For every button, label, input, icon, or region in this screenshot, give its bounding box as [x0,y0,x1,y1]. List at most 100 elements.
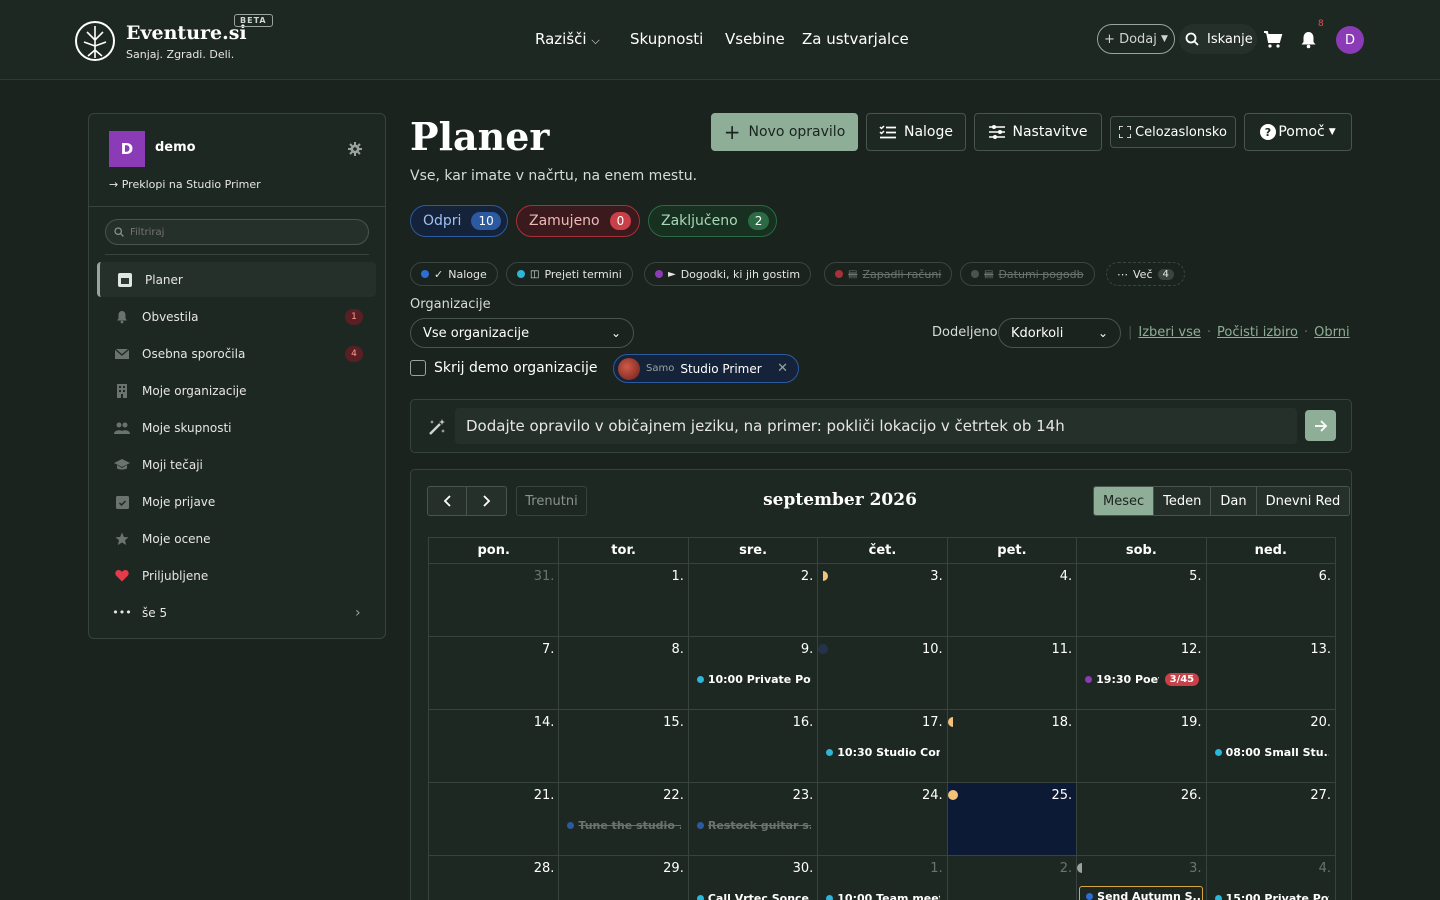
add-dropdown-button[interactable]: + Dodaj ▼ [1097,24,1175,54]
org-filter-chip[interactable]: Samo Studio Primer ✕ [613,354,799,383]
sidebar-item-planner[interactable]: Planer [97,262,376,297]
calendar-day-cell[interactable]: 15. [558,710,687,782]
nav-explore[interactable]: Razišči ⌵ [535,30,600,48]
calendar-event[interactable]: 15:00 Private Pot... [1214,890,1329,900]
calendar-day-cell[interactable]: 9. 10:00 Private Pot... [687,637,817,709]
help-dropdown-button[interactable]: ? Pomoč ▼ [1244,113,1352,151]
select-all-link[interactable]: Izberi vse [1138,325,1200,340]
calendar-day-cell[interactable]: 25. [946,783,1077,855]
status-completed-filter[interactable]: Zaključeno 2 [648,205,777,237]
user-avatar[interactable]: D [1336,26,1364,54]
calendar-event[interactable]: 10:00 Private Pot... [696,671,811,687]
nav-content[interactable]: Vsebine [725,30,785,48]
brand-name[interactable]: Eventure.si [126,22,247,44]
calendar-day-cell[interactable]: 17. 10:30 Studio Con... [817,710,946,782]
calendar-day-cell[interactable]: 10. [817,637,946,709]
hide-demo-checkbox[interactable] [410,360,426,376]
calendar-event[interactable]: Restock guitar s... [696,817,811,833]
close-icon[interactable]: ✕ [777,361,788,376]
sidebar-item-communities[interactable]: Moje skupnosti [97,410,376,445]
calendar-day-cell[interactable]: 30. Call Vrtec Sonce... [687,856,817,900]
calendar-day-cell[interactable]: 3. [817,564,946,636]
calendar-day-cell[interactable]: 13. [1205,637,1335,709]
calendar-day-cell[interactable]: 2. [946,856,1076,900]
calendar-day-cell[interactable]: 22. Tune the studio ... [558,783,687,855]
filter-chip-hosted-events[interactable]: ► Dogodki, ki jih gostim [644,262,812,286]
gear-icon[interactable] [347,141,363,157]
calendar-day-cell[interactable]: 6. [1205,564,1335,636]
calendar-day-cell[interactable]: 1. [558,564,687,636]
logo-tree-icon[interactable] [74,20,116,62]
calendar-day-cell[interactable]: 27. [1205,783,1335,855]
calendar-day-cell[interactable]: 18. [946,710,1076,782]
sidebar-item-reviews[interactable]: Moje ocene [97,521,376,556]
calendar-day-cell[interactable]: 31. [429,564,558,636]
filter-chip-contract-dates[interactable]: ▤ Datumi pogodb [960,262,1095,286]
cart-icon[interactable] [1263,29,1283,49]
settings-button[interactable]: Nastavitve [974,113,1102,151]
calendar-event[interactable]: 19:30 Poet... 3/45 [1085,671,1200,687]
org-name[interactable]: demo [155,140,196,155]
calendar-day-cell[interactable]: 14. [429,710,558,782]
calendar-day-cell[interactable]: 5. [1076,564,1205,636]
calendar-event[interactable]: 08:00 Small Stu... [1214,744,1329,760]
view-month[interactable]: Mesec [1094,487,1154,515]
filter-chip-tasks[interactable]: ✓ Naloge [410,262,498,286]
calendar-day-cell[interactable]: 4. [946,564,1076,636]
calendar-day-cell[interactable]: 16. [687,710,817,782]
filter-input[interactable] [130,226,350,238]
hide-demo-label[interactable]: Skrij demo organizacije [434,360,597,376]
status-overdue-filter[interactable]: Zamujeno 0 [516,205,640,237]
view-week[interactable]: Teden [1153,487,1211,515]
calendar-day-cell[interactable]: 1. 10:00 Team meet... [817,856,946,900]
calendar-day-cell[interactable]: 3. Send Autumn S... [1076,856,1205,900]
filter-chip-appointments[interactable]: ◫ Prejeti termini [506,262,633,286]
search-button[interactable]: Iskanje [1179,24,1257,54]
org-avatar[interactable]: D [109,131,145,167]
sidebar-item-courses[interactable]: Moji tečaji [97,447,376,482]
calendar-event[interactable]: 10:00 Team meet... [826,890,940,900]
calendar-event[interactable]: Call Vrtec Sonce... [696,890,811,900]
nav-communities[interactable]: Skupnosti [630,30,703,48]
sidebar-item-notifications[interactable]: Obvestila 1 [97,299,376,334]
view-day[interactable]: Dan [1210,487,1256,515]
sidebar-item-organizations[interactable]: Moje organizacije [97,373,376,408]
calendar-day-cell[interactable]: 26. [1076,783,1205,855]
calendar-day-cell[interactable]: 19. [1076,710,1205,782]
calendar-day-cell[interactable]: 29. [558,856,687,900]
sidebar-item-registrations[interactable]: Moje prijave [97,484,376,519]
calendar-day-cell[interactable]: 4. 15:00 Private Pot... [1205,856,1335,900]
calendar-day-cell[interactable]: 11. [946,637,1076,709]
natural-language-input[interactable] [455,408,1297,444]
calendar-event[interactable]: 10:30 Studio Con... [826,744,940,760]
calendar-event[interactable]: Send Autumn S... [1079,886,1204,900]
organizations-select[interactable]: Vse organizacije ⌄ [410,318,634,348]
calendar-day-cell[interactable]: 20. 08:00 Small Stu... [1205,710,1335,782]
filter-chip-overdue-invoices[interactable]: ▤ Zapadli računi [824,262,953,286]
sidebar-item-favorites[interactable]: Priljubljene [97,558,376,593]
notifications-bell-icon[interactable] [1299,30,1318,49]
calendar-day-cell[interactable]: 12. 19:30 Poet... 3/45 [1076,637,1205,709]
filter-chip-more[interactable]: ⋯ Več 4 [1106,262,1185,286]
calendar-day-cell[interactable]: 2. [687,564,817,636]
view-agenda[interactable]: Dnevni Red [1255,487,1350,515]
calendar-day-cell[interactable]: 8. [558,637,687,709]
calendar-day-cell[interactable]: 21. [429,783,558,855]
new-task-button[interactable]: + Novo opravilo [711,113,858,151]
calendar-event[interactable]: Tune the studio ... [567,817,681,833]
fullscreen-button[interactable]: Celozaslonsko [1110,116,1236,148]
status-open-filter[interactable]: Odpri 10 [410,205,508,237]
calendar-day-cell[interactable]: 24. [817,783,946,855]
sidebar-filter[interactable] [105,219,369,245]
submit-task-button[interactable] [1305,410,1336,441]
invert-selection-link[interactable]: Obrni [1314,325,1349,340]
assigned-select[interactable]: Kdorkoli ⌄ [998,318,1121,348]
calendar-day-cell[interactable]: 23. Restock guitar s... [687,783,817,855]
sidebar-item-more[interactable]: ••• še 5 › [97,595,376,630]
sidebar-item-messages[interactable]: Osebna sporočila 4 [97,336,376,371]
tasks-button[interactable]: Naloge [866,113,966,151]
switch-org-link[interactable]: → Preklopi na Studio Primer [109,178,261,191]
clear-selection-link[interactable]: Počisti izbiro [1217,325,1298,340]
calendar-day-cell[interactable]: 7. [429,637,558,709]
calendar-day-cell[interactable]: 28. [429,856,558,900]
